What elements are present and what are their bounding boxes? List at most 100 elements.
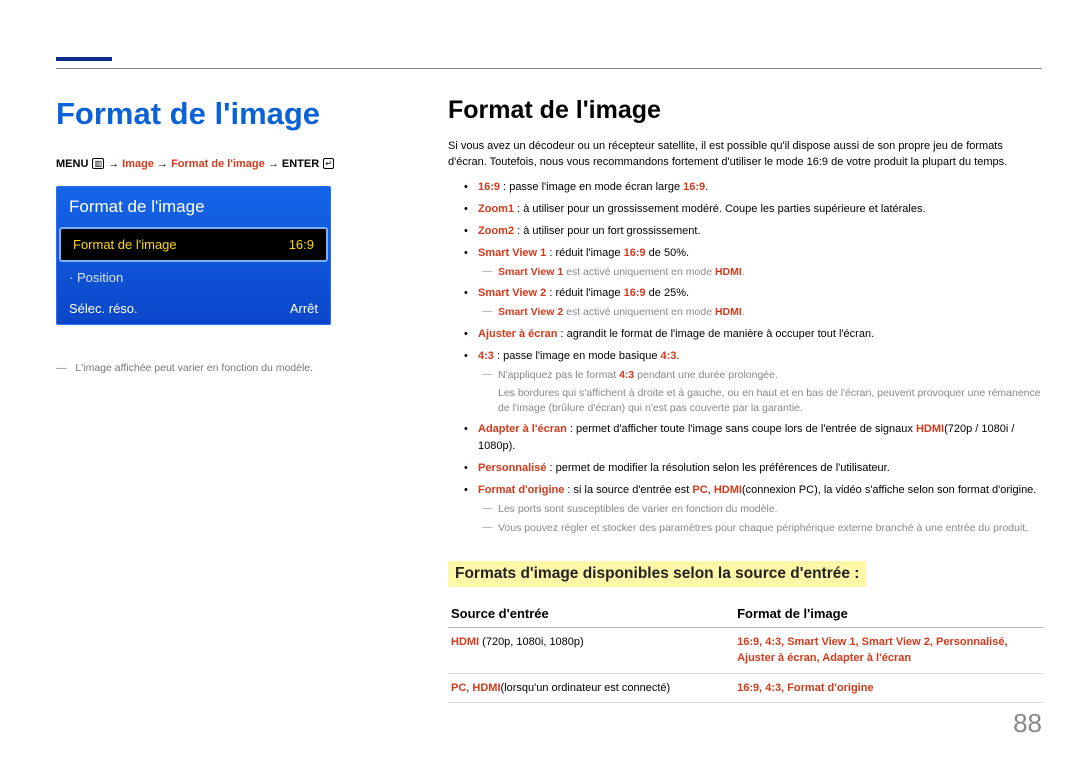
page-number: 88 <box>1013 708 1042 739</box>
osd-row-reso-value: Arrêt <box>290 301 318 316</box>
a: HDMI <box>451 636 479 648</box>
rest: : passe l'image en mode basique <box>494 350 661 362</box>
osd-menu-header: Format de l'image <box>57 187 330 227</box>
term: Format d'origine <box>478 484 564 496</box>
a: PC <box>451 682 466 694</box>
term: 16:9 <box>478 181 500 193</box>
post: pendant une durée prolongée. <box>634 369 778 381</box>
term: Ajuster à écran <box>478 328 557 340</box>
note-smartview2: Smart View 2 est activé uniquement en mo… <box>478 305 1044 320</box>
section-title-right: Format de l'image <box>448 96 1044 125</box>
osd-row-format-value: 16:9 <box>289 237 314 252</box>
val: 16:9, 4:3, Smart View 1, Smart View 2, P… <box>737 636 1007 665</box>
term: Personnalisé <box>478 462 546 474</box>
breadcrumb-arrow-3: → <box>268 158 279 170</box>
note-4-3-a: N'appliquez pas le format 4:3 pendant un… <box>478 368 1044 383</box>
th-format: Format de l'image <box>734 601 1044 628</box>
rest2: (connexion PC), la vidéo s'affiche selon… <box>742 484 1036 496</box>
b: (720p, 1080i, 1080p) <box>479 636 584 648</box>
breadcrumb-format: Format de l'image <box>171 158 265 170</box>
tail: de 25%. <box>646 287 689 299</box>
a: 4:3 <box>619 369 634 381</box>
tail: (lorsqu'un ordinateur est connecté) <box>501 682 671 694</box>
b: HDMI <box>715 306 742 318</box>
tail: 4:3 <box>661 350 677 362</box>
dot: . <box>742 306 745 318</box>
mid: 16:9 <box>624 287 646 299</box>
rest: : à utiliser pour un grossissement modér… <box>514 203 926 215</box>
mid: HDMI <box>916 423 944 435</box>
extra: Les bordures qui s'affichent à droite et… <box>498 387 1041 414</box>
right-column: Format de l'image Si vous avez un décode… <box>448 96 1044 703</box>
opt-smartview2: Smart View 2 : réduit l'image 16:9 de 25… <box>478 285 1044 320</box>
dot: . <box>676 350 679 362</box>
term: Smart View 1 <box>478 247 546 259</box>
th-source: Source d'entrée <box>448 601 734 628</box>
opt-ajuster: Ajuster à écran : agrandit le format de … <box>478 326 1044 343</box>
opt-4-3: 4:3 : passe l'image en mode basique 4:3.… <box>478 348 1044 417</box>
opt-smartview1: Smart View 1 : réduit l'image 16:9 de 50… <box>478 245 1044 280</box>
cell-source-1: HDMI (720p, 1080i, 1080p) <box>448 627 734 673</box>
val: 16:9, 4:3, Format d'origine <box>737 682 873 694</box>
note-4-3-b: ― Les bordures qui s'affichent à droite … <box>478 386 1044 416</box>
dot: . <box>742 266 745 278</box>
dot: . <box>705 181 708 193</box>
breadcrumb-enter: ENTER <box>282 158 319 170</box>
a: Smart View 2 <box>498 306 563 318</box>
mid: est activé uniquement en mode <box>563 266 715 278</box>
caption-text: L'image affichée peut varier en fonction… <box>75 362 313 374</box>
tail: 16:9 <box>683 181 705 193</box>
a: Smart View 1 <box>498 266 563 278</box>
mid: 16:9 <box>624 247 646 259</box>
intro-text: Si vous avez un décodeur ou un récepteur… <box>448 139 1044 171</box>
term: 4:3 <box>478 350 494 362</box>
formats-table: Source d'entrée Format de l'image HDMI (… <box>448 601 1044 704</box>
a: PC <box>692 484 707 496</box>
breadcrumb-arrow-2: → <box>157 158 168 170</box>
image-caption: ― L'image affichée peut varier en foncti… <box>56 361 396 376</box>
cell-source-2: PC, HDMI(lorsqu'un ordinateur est connec… <box>448 673 734 703</box>
breadcrumb-menu: MENU <box>56 158 88 170</box>
mid: est activé uniquement en mode <box>563 306 715 318</box>
osd-row-position[interactable]: · Position <box>57 262 330 293</box>
caption-dash: ― <box>56 362 67 374</box>
osd-row-reso-label: Sélec. réso. <box>69 301 138 316</box>
pre: N'appliquez pas le format <box>498 369 619 381</box>
tab-marker <box>56 57 112 61</box>
b: HDMI <box>714 484 742 496</box>
osd-row-reso[interactable]: Sélec. réso. Arrêt <box>57 293 330 324</box>
opt-origine: Format d'origine : si la source d'entrée… <box>478 482 1044 535</box>
osd-menu-panel: Format de l'image Format de l'image 16:9… <box>56 186 331 325</box>
osd-row-position-label: · Position <box>69 270 123 285</box>
left-column: Format de l'image MENU ▥ → Image → Forma… <box>56 96 396 375</box>
b: HDMI <box>472 682 500 694</box>
rest: : permet de modifier la résolution selon… <box>546 462 889 474</box>
breadcrumb: MENU ▥ → Image → Format de l'image → ENT… <box>56 156 396 174</box>
rest: : si la source d'entrée est <box>564 484 692 496</box>
breadcrumb-image: Image <box>122 158 154 170</box>
options-list: 16:9 : passe l'image en mode écran large… <box>448 179 1044 536</box>
rest: : agrandit le format de l'image de maniè… <box>557 328 874 340</box>
enter-icon: ↵ <box>323 158 334 169</box>
opt-16-9: 16:9 : passe l'image en mode écran large… <box>478 179 1044 196</box>
rest: : à utiliser pour un fort grossissement. <box>514 225 700 237</box>
table-row: PC, HDMI(lorsqu'un ordinateur est connec… <box>448 673 1044 703</box>
b: HDMI <box>715 266 742 278</box>
opt-zoom2: Zoom2 : à utiliser pour un fort grossiss… <box>478 223 1044 240</box>
section-title-left: Format de l'image <box>56 96 396 132</box>
opt-adapter: Adapter à l'écran : permet d'afficher to… <box>478 421 1044 455</box>
cell-format-1: 16:9, 4:3, Smart View 1, Smart View 2, P… <box>734 627 1044 673</box>
note-origine-a: Les ports sont susceptibles de varier en… <box>478 502 1044 517</box>
osd-row-format[interactable]: Format de l'image 16:9 <box>59 227 328 262</box>
breadcrumb-arrow-1: → <box>108 158 119 170</box>
rest: : permet d'afficher toute l'image sans c… <box>567 423 916 435</box>
tail: de 50%. <box>646 247 689 259</box>
rest: : réduit l'image <box>546 247 623 259</box>
menu-icon: ▥ <box>92 158 104 169</box>
cell-format-2: 16:9, 4:3, Format d'origine <box>734 673 1044 703</box>
subsection-heading: Formats d'image disponibles selon la sou… <box>448 561 866 587</box>
rest: : passe l'image en mode écran large <box>500 181 683 193</box>
term: Smart View 2 <box>478 287 546 299</box>
term: Zoom2 <box>478 225 514 237</box>
note-origine-b: Vous pouvez régler et stocker des paramè… <box>478 521 1044 536</box>
